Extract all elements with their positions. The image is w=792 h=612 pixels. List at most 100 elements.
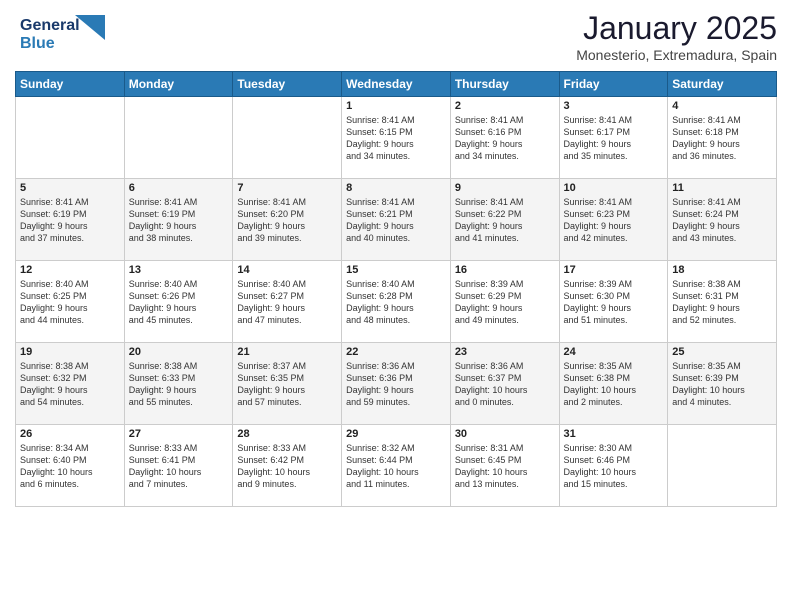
calendar-day xyxy=(124,97,233,179)
calendar-day: 30 Sunrise: 8:31 AM Sunset: 6:45 PM Dayli… xyxy=(450,425,559,507)
day-number: 15 xyxy=(346,264,446,276)
calendar-day: 4 Sunrise: 8:41 AM Sunset: 6:18 PM Daylig… xyxy=(668,97,777,179)
day-info: Sunrise: 8:30 AM Sunset: 6:46 PM Dayligh… xyxy=(564,442,664,491)
header-day: Thursday xyxy=(450,72,559,97)
day-info: Sunrise: 8:41 AM Sunset: 6:22 PM Dayligh… xyxy=(455,196,555,245)
calendar-day: 22Sunrise: 8:36 AM Sunset: 6:36 PM Dayli… xyxy=(342,343,451,425)
calendar-week: 26 Sunrise: 8:34 AM Sunset: 6:40 PM Dayli… xyxy=(16,425,777,507)
calendar-title: January 2025 xyxy=(576,10,777,47)
day-number: 23 xyxy=(455,346,555,358)
header-day: Monday xyxy=(124,72,233,97)
calendar-day: 28 Sunrise: 8:33 AM Sunset: 6:42 PM Dayli… xyxy=(233,425,342,507)
day-info: Sunrise: 8:41 AM Sunset: 6:19 PM Dayligh… xyxy=(129,196,229,245)
header-day: Wednesday xyxy=(342,72,451,97)
header-row: SundayMondayTuesdayWednesdayThursdayFrid… xyxy=(16,72,777,97)
title-section: January 2025 Monesterio, Extremadura, Sp… xyxy=(576,10,777,63)
calendar-day: 12 Sunrise: 8:40 AM Sunset: 6:25 PM Dayli… xyxy=(16,261,125,343)
day-number: 30 xyxy=(455,428,555,440)
day-number: 10 xyxy=(564,182,664,194)
day-info: Sunrise: 8:33 AM Sunset: 6:41 PM Dayligh… xyxy=(129,442,229,491)
calendar-day: 1 Sunrise: 8:41 AM Sunset: 6:15 PM Daylig… xyxy=(342,97,451,179)
day-info: Sunrise: 8:41 AM Sunset: 6:16 PM Dayligh… xyxy=(455,114,555,163)
calendar-day: 16 Sunrise: 8:39 AM Sunset: 6:29 PM Dayli… xyxy=(450,261,559,343)
calendar-day: 10 Sunrise: 8:41 AM Sunset: 6:23 PM Dayli… xyxy=(559,179,668,261)
calendar-day: 19 Sunrise: 8:38 AM Sunset: 6:32 PM Dayli… xyxy=(16,343,125,425)
day-number: 28 xyxy=(237,428,337,440)
calendar-day: 21Sunrise: 8:37 AM Sunset: 6:35 PM Dayli… xyxy=(233,343,342,425)
calendar-day: 13 Sunrise: 8:40 AM Sunset: 6:26 PM Dayli… xyxy=(124,261,233,343)
day-number: 9 xyxy=(455,182,555,194)
day-info: Sunrise: 8:41 AM Sunset: 6:18 PM Dayligh… xyxy=(672,114,772,163)
calendar-day: 31 Sunrise: 8:30 AM Sunset: 6:46 PM Dayli… xyxy=(559,425,668,507)
day-number: 19 xyxy=(20,346,120,358)
day-number: 8 xyxy=(346,182,446,194)
day-info: Sunrise: 8:41 AM Sunset: 6:15 PM Dayligh… xyxy=(346,114,446,163)
day-info: Sunrise: 8:33 AM Sunset: 6:42 PM Dayligh… xyxy=(237,442,337,491)
day-info: Sunrise: 8:39 AM Sunset: 6:29 PM Dayligh… xyxy=(455,278,555,327)
header-day: Saturday xyxy=(668,72,777,97)
day-info: Sunrise: 8:31 AM Sunset: 6:45 PM Dayligh… xyxy=(455,442,555,491)
day-number: 20 xyxy=(129,346,229,358)
day-info: Sunrise: 8:41 AM Sunset: 6:17 PM Dayligh… xyxy=(564,114,664,163)
day-info: Sunrise: 8:35 AM Sunset: 6:38 PM Dayligh… xyxy=(564,360,664,409)
calendar-week: 12 Sunrise: 8:40 AM Sunset: 6:25 PM Dayli… xyxy=(16,261,777,343)
calendar-day: 29 Sunrise: 8:32 AM Sunset: 6:44 PM Dayli… xyxy=(342,425,451,507)
day-info: Sunrise: 8:32 AM Sunset: 6:44 PM Dayligh… xyxy=(346,442,446,491)
day-info: Sunrise: 8:38 AM Sunset: 6:31 PM Dayligh… xyxy=(672,278,772,327)
calendar-day: 6 Sunrise: 8:41 AM Sunset: 6:19 PM Daylig… xyxy=(124,179,233,261)
day-info: Sunrise: 8:38 AM Sunset: 6:33 PM Dayligh… xyxy=(129,360,229,409)
main-container: General Blue January 2025 Monesterio, Ex… xyxy=(0,0,792,512)
day-number: 7 xyxy=(237,182,337,194)
calendar-day: 20 Sunrise: 8:38 AM Sunset: 6:33 PM Dayli… xyxy=(124,343,233,425)
calendar-day xyxy=(16,97,125,179)
day-number: 4 xyxy=(672,100,772,112)
calendar-day: 2 Sunrise: 8:41 AM Sunset: 6:16 PM Daylig… xyxy=(450,97,559,179)
day-info: Sunrise: 8:36 AM Sunset: 6:36 PM Dayligh… xyxy=(346,360,446,409)
day-number: 5 xyxy=(20,182,120,194)
calendar-table: SundayMondayTuesdayWednesdayThursdayFrid… xyxy=(15,71,777,507)
header-day: Friday xyxy=(559,72,668,97)
day-number: 26 xyxy=(20,428,120,440)
day-info: Sunrise: 8:41 AM Sunset: 6:23 PM Dayligh… xyxy=(564,196,664,245)
day-info: Sunrise: 8:41 AM Sunset: 6:19 PM Dayligh… xyxy=(20,196,120,245)
calendar-day: 24 Sunrise: 8:35 AM Sunset: 6:38 PM Dayli… xyxy=(559,343,668,425)
day-number: 6 xyxy=(129,182,229,194)
day-number: 31 xyxy=(564,428,664,440)
day-info: Sunrise: 8:36 AM Sunset: 6:37 PM Dayligh… xyxy=(455,360,555,409)
day-info: Sunrise: 8:34 AM Sunset: 6:40 PM Dayligh… xyxy=(20,442,120,491)
day-info: Sunrise: 8:40 AM Sunset: 6:25 PM Dayligh… xyxy=(20,278,120,327)
day-number: 29 xyxy=(346,428,446,440)
day-number: 16 xyxy=(455,264,555,276)
day-number: 1 xyxy=(346,100,446,112)
day-number: 17 xyxy=(564,264,664,276)
day-info: Sunrise: 8:38 AM Sunset: 6:32 PM Dayligh… xyxy=(20,360,120,409)
day-number: 27 xyxy=(129,428,229,440)
calendar-day: 9 Sunrise: 8:41 AM Sunset: 6:22 PM Daylig… xyxy=(450,179,559,261)
day-number: 14 xyxy=(237,264,337,276)
day-info: Sunrise: 8:40 AM Sunset: 6:26 PM Dayligh… xyxy=(129,278,229,327)
day-info: Sunrise: 8:40 AM Sunset: 6:28 PM Dayligh… xyxy=(346,278,446,327)
calendar-day: 15 Sunrise: 8:40 AM Sunset: 6:28 PM Dayli… xyxy=(342,261,451,343)
day-number: 2 xyxy=(455,100,555,112)
calendar-day: 25 Sunrise: 8:35 AM Sunset: 6:39 PM Dayli… xyxy=(668,343,777,425)
day-number: 18 xyxy=(672,264,772,276)
logo-svg: General Blue xyxy=(15,10,115,55)
calendar-day: 17Sunrise: 8:39 AM Sunset: 6:30 PM Dayli… xyxy=(559,261,668,343)
calendar-day: 23 Sunrise: 8:36 AM Sunset: 6:37 PM Dayli… xyxy=(450,343,559,425)
day-number: 12 xyxy=(20,264,120,276)
day-number: 25 xyxy=(672,346,772,358)
calendar-day: 27 Sunrise: 8:33 AM Sunset: 6:41 PM Dayli… xyxy=(124,425,233,507)
day-number: 13 xyxy=(129,264,229,276)
day-info: Sunrise: 8:41 AM Sunset: 6:24 PM Dayligh… xyxy=(672,196,772,245)
calendar-day: 7 Sunrise: 8:41 AM Sunset: 6:20 PM Daylig… xyxy=(233,179,342,261)
calendar-day: 3Sunrise: 8:41 AM Sunset: 6:17 PM Daylig… xyxy=(559,97,668,179)
day-info: Sunrise: 8:35 AM Sunset: 6:39 PM Dayligh… xyxy=(672,360,772,409)
day-info: Sunrise: 8:41 AM Sunset: 6:20 PM Dayligh… xyxy=(237,196,337,245)
day-number: 24 xyxy=(564,346,664,358)
day-info: Sunrise: 8:37 AM Sunset: 6:35 PM Dayligh… xyxy=(237,360,337,409)
day-info: Sunrise: 8:41 AM Sunset: 6:21 PM Dayligh… xyxy=(346,196,446,245)
day-info: Sunrise: 8:40 AM Sunset: 6:27 PM Dayligh… xyxy=(237,278,337,327)
day-number: 11 xyxy=(672,182,772,194)
calendar-day: 8 Sunrise: 8:41 AM Sunset: 6:21 PM Daylig… xyxy=(342,179,451,261)
calendar-day: 11 Sunrise: 8:41 AM Sunset: 6:24 PM Dayli… xyxy=(668,179,777,261)
